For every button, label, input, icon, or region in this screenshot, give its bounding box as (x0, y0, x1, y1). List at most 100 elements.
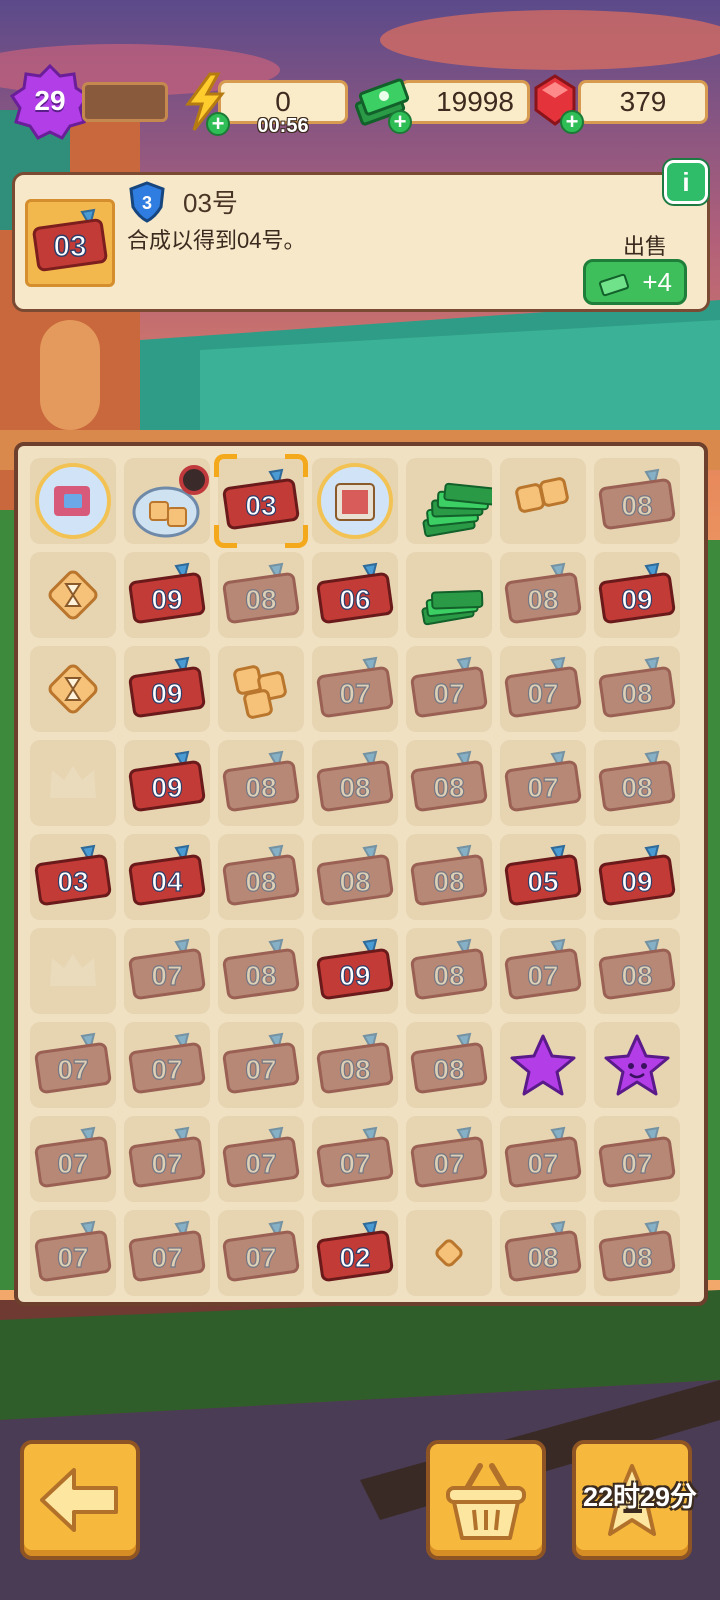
selected-item-preview: 03 (25, 199, 115, 287)
board-cell[interactable]: 08 (218, 740, 304, 826)
board-cell[interactable]: 02 (312, 1210, 398, 1296)
info-button[interactable]: i (664, 160, 708, 204)
board-cell[interactable]: 08 (500, 1210, 586, 1296)
board-cell[interactable]: 07 (124, 1210, 210, 1296)
cash-counter[interactable]: 19998 (400, 80, 530, 124)
board-cell[interactable]: 07 (312, 1116, 398, 1202)
board-cell[interactable]: 08 (218, 552, 304, 638)
board-cell[interactable]: 08 (312, 740, 398, 826)
board-cell[interactable]: 08 (218, 834, 304, 920)
ticket-number: 09 (621, 866, 652, 897)
board-cell[interactable]: 07 (124, 1116, 210, 1202)
board-cell[interactable]: 08 (218, 928, 304, 1014)
sell-basket-button[interactable] (426, 1440, 546, 1560)
board-cell[interactable]: 08 (594, 646, 680, 732)
board-cell[interactable]: 06 (312, 552, 398, 638)
ticket-icon: 08 (222, 844, 300, 906)
board-cell[interactable]: 03 (30, 834, 116, 920)
ticket-number: 09 (621, 584, 652, 615)
board-cell[interactable] (406, 1210, 492, 1296)
board-cell[interactable]: 08 (594, 1210, 680, 1296)
ticket-icon: 08 (222, 562, 300, 624)
board-cell[interactable]: 08 (406, 1022, 492, 1108)
ticket-icon: 03 (32, 208, 108, 272)
cash-pile-icon (422, 482, 492, 538)
board-cell[interactable]: 08 (594, 740, 680, 826)
board-cell[interactable]: 08 (312, 1022, 398, 1108)
ticket-icon: 08 (504, 562, 582, 624)
ticket-icon: 05 (504, 844, 582, 906)
board-cell[interactable] (406, 458, 492, 544)
board-cell[interactable]: 07 (218, 1022, 304, 1108)
ticket-number: 08 (527, 1242, 558, 1273)
board-cell[interactable]: 07 (30, 1116, 116, 1202)
board-cell[interactable] (30, 552, 116, 638)
level-badge[interactable]: 29 (10, 62, 90, 142)
board-cell[interactable]: 07 (406, 646, 492, 732)
board-cell[interactable] (30, 646, 116, 732)
board-cell[interactable]: 08 (406, 834, 492, 920)
board-cell[interactable]: 09 (124, 646, 210, 732)
board-cell[interactable]: 09 (124, 740, 210, 826)
ticket-number: 07 (151, 960, 182, 991)
board-cell[interactable]: 09 (594, 552, 680, 638)
board-cell[interactable] (594, 1022, 680, 1108)
board-cell[interactable] (406, 552, 492, 638)
ticket-icon: 07 (598, 1126, 676, 1188)
board-cell[interactable]: 08 (594, 458, 680, 544)
back-button[interactable] (20, 1440, 140, 1560)
coin-bag-icon (132, 465, 209, 538)
board-cell[interactable]: 08 (594, 928, 680, 1014)
board-cell[interactable]: 07 (594, 1116, 680, 1202)
board-cell[interactable]: 07 (500, 740, 586, 826)
board-cell[interactable]: 07 (500, 1116, 586, 1202)
board-cell[interactable]: 08 (312, 834, 398, 920)
board-cell[interactable]: 07 (500, 646, 586, 732)
board-cell[interactable] (30, 928, 116, 1014)
add-cash-button[interactable]: + (388, 110, 412, 134)
ticket-number: 08 (245, 866, 276, 897)
board-cell[interactable]: 07 (312, 646, 398, 732)
board-cell[interactable]: 07 (218, 1116, 304, 1202)
basket-icon (446, 1463, 526, 1540)
bubble-icon (35, 463, 111, 539)
add-energy-button[interactable]: + (206, 112, 230, 136)
board-cell[interactable] (124, 458, 210, 544)
ticket-number: 09 (151, 772, 182, 803)
xp-progress-bar (82, 82, 168, 122)
board-cell[interactable]: 07 (406, 1116, 492, 1202)
ticket-icon: 07 (410, 656, 488, 718)
sell-button[interactable]: +4 (583, 259, 687, 305)
ticket-icon: 07 (128, 938, 206, 1000)
board-cell[interactable]: 09 (124, 552, 210, 638)
board-cell[interactable]: 07 (30, 1022, 116, 1108)
board-cell[interactable] (500, 1022, 586, 1108)
board-cell[interactable]: 09 (312, 928, 398, 1014)
board-cell[interactable]: 07 (124, 1022, 210, 1108)
board-cell[interactable]: 07 (500, 928, 586, 1014)
board-cell[interactable]: 04 (124, 834, 210, 920)
board-cell[interactable]: 08 (406, 928, 492, 1014)
ticket-number: 07 (527, 772, 558, 803)
board-cell[interactable]: 08 (500, 552, 586, 638)
board-cell[interactable]: 05 (500, 834, 586, 920)
ticket-number: 03 (245, 490, 276, 521)
board-cell[interactable] (500, 458, 586, 544)
board-cell[interactable]: 08 (406, 740, 492, 826)
add-gem-button[interactable]: + (560, 110, 584, 134)
board-cell[interactable] (218, 646, 304, 732)
ticket-number: 08 (621, 678, 652, 709)
board-cell[interactable]: 07 (30, 1210, 116, 1296)
board-cell[interactable] (312, 458, 398, 544)
board-cell[interactable]: 07 (218, 1210, 304, 1296)
ticket-number: 08 (621, 490, 652, 521)
ticket-number: 07 (151, 1242, 182, 1273)
board-cell[interactable]: 07 (124, 928, 210, 1014)
board-cell[interactable] (30, 458, 116, 544)
order-timer: 22时29分 (582, 1482, 698, 1512)
board-cell-selected[interactable]: 03 (214, 454, 308, 548)
board-cell[interactable] (30, 740, 116, 826)
gem-counter[interactable]: 379 (578, 80, 708, 124)
board-cell[interactable]: 09 (594, 834, 680, 920)
cash-pile-icon (421, 589, 484, 626)
